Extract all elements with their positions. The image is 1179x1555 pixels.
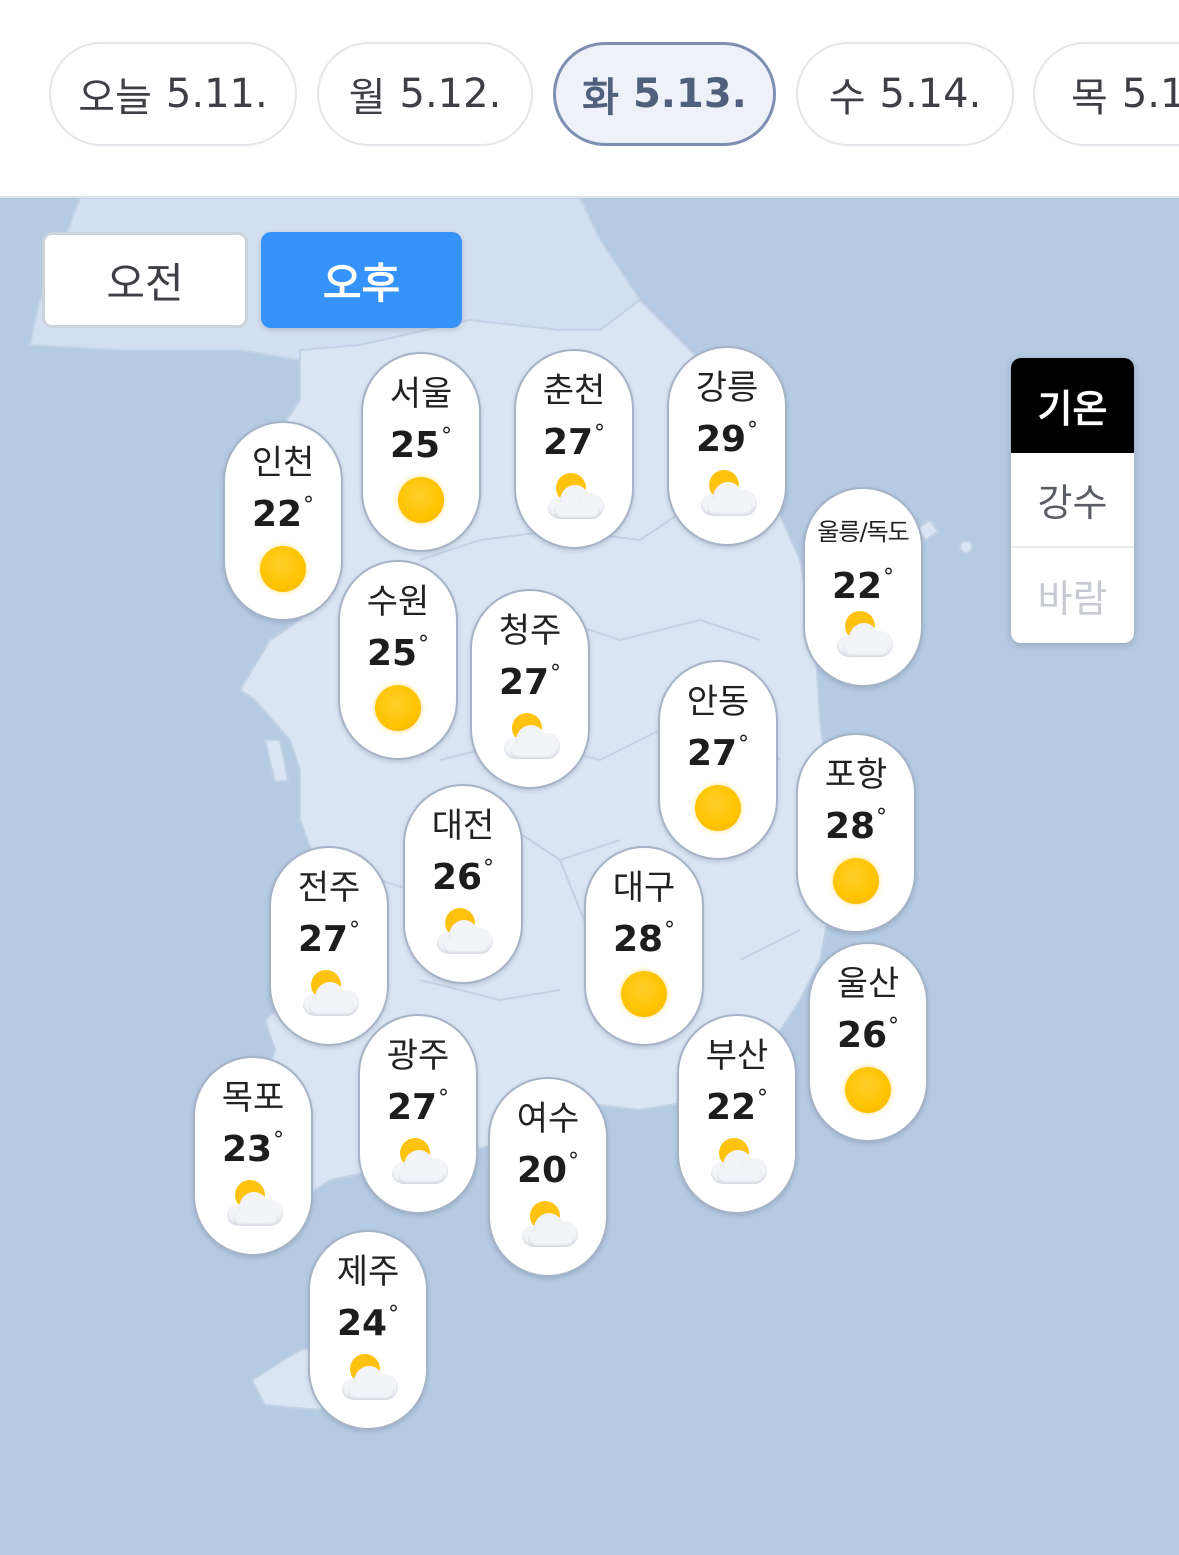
date-selector-bar: 오늘 5.11. 월 5.12. 화 5.13. 수 5.14. 목 5.15.: [0, 0, 1179, 198]
city-marker-yeosu[interactable]: 여수 20°: [488, 1077, 608, 1277]
city-name: 목포: [221, 1078, 285, 1118]
date-tab-date: 5.12.: [399, 71, 502, 117]
city-marker-mokpo[interactable]: 목포 23°: [193, 1056, 313, 1256]
city-marker-daegu[interactable]: 대구 28°: [584, 846, 704, 1046]
city-marker-incheon[interactable]: 인천 22°: [223, 421, 343, 621]
sunny-icon: [824, 855, 888, 907]
city-name: 인천: [251, 443, 315, 483]
city-temperature: 27°: [297, 918, 361, 960]
partly-cloudy-icon: [705, 1136, 769, 1188]
city-marker-busan[interactable]: 부산 22°: [677, 1014, 797, 1214]
date-tab-date: 5.11.: [165, 71, 268, 117]
city-name: 전주: [297, 868, 361, 908]
pm-toggle-button[interactable]: 오후: [261, 232, 462, 328]
date-tab-tue[interactable]: 화 5.13.: [553, 42, 776, 146]
city-temperature: 27°: [542, 421, 606, 463]
date-tab-today[interactable]: 오늘 5.11.: [49, 42, 297, 146]
date-tab-mon[interactable]: 월 5.12.: [317, 42, 533, 146]
city-name: 제주: [336, 1252, 400, 1292]
city-marker-cheongju[interactable]: 청주 27°: [470, 589, 590, 789]
city-name: 포항: [824, 755, 888, 795]
am-toggle-button[interactable]: 오전: [42, 232, 248, 328]
city-temperature: 27°: [686, 732, 750, 774]
partly-cloudy-icon: [542, 471, 606, 523]
city-marker-ulleung-dokdo[interactable]: 울릉/독도 22°: [803, 487, 923, 687]
city-marker-gangneung[interactable]: 강릉 29°: [667, 346, 787, 546]
city-name: 청주: [498, 611, 562, 651]
date-tab-date: 5.14.: [879, 71, 982, 117]
city-name: 수원: [366, 582, 430, 622]
city-name: 부산: [705, 1036, 769, 1076]
sunny-icon: [389, 474, 453, 526]
city-name: 대전: [431, 806, 495, 846]
layer-wind-button[interactable]: 바람: [1011, 548, 1134, 643]
date-tab-day: 오늘: [78, 75, 152, 121]
city-marker-pohang[interactable]: 포항 28°: [796, 733, 916, 933]
partly-cloudy-icon: [498, 711, 562, 763]
city-name: 울산: [836, 964, 900, 1004]
city-marker-suwon[interactable]: 수원 25°: [338, 560, 458, 760]
city-marker-chuncheon[interactable]: 춘천 27°: [514, 349, 634, 549]
city-temperature: 27°: [498, 661, 562, 703]
partly-cloudy-icon: [431, 906, 495, 958]
city-temperature: 25°: [366, 632, 430, 674]
sunny-icon: [836, 1064, 900, 1116]
city-marker-jeju[interactable]: 제주 24°: [308, 1230, 428, 1430]
city-name: 대구: [612, 868, 676, 908]
city-name: 강릉: [695, 368, 759, 408]
city-marker-seoul[interactable]: 서울 25°: [361, 352, 481, 552]
date-tab-day: 목: [1071, 75, 1108, 121]
city-temperature: 28°: [612, 918, 676, 960]
city-name: 춘천: [542, 371, 606, 411]
date-tab-day: 화: [582, 75, 619, 121]
partly-cloudy-icon: [695, 468, 759, 520]
sunny-icon: [612, 968, 676, 1020]
partly-cloudy-icon: [297, 968, 361, 1020]
city-name: 광주: [386, 1036, 450, 1076]
layer-temperature-button[interactable]: 기온: [1011, 358, 1134, 453]
date-tab-date: 5.13.: [632, 71, 747, 117]
date-tab-wed[interactable]: 수 5.14.: [796, 42, 1014, 146]
city-marker-andong[interactable]: 안동 27°: [658, 660, 778, 860]
city-name: 여수: [516, 1099, 580, 1139]
city-marker-gwangju[interactable]: 광주 27°: [358, 1014, 478, 1214]
date-tab-day: 월: [348, 75, 386, 121]
city-temperature: 28°: [824, 805, 888, 847]
city-marker-ulsan[interactable]: 울산 26°: [808, 942, 928, 1142]
date-tab-thu[interactable]: 목 5.15.: [1033, 42, 1179, 146]
city-temperature: 22°: [705, 1086, 769, 1128]
sunny-icon: [366, 682, 430, 734]
city-temperature: 29°: [695, 418, 759, 460]
city-temperature: 23°: [221, 1128, 285, 1170]
city-temperature: 22°: [831, 565, 895, 607]
partly-cloudy-icon: [831, 609, 895, 661]
city-temperature: 27°: [386, 1086, 450, 1128]
city-name: 안동: [686, 682, 750, 722]
city-temperature: 25°: [389, 424, 453, 466]
layer-precipitation-button[interactable]: 강수: [1011, 453, 1134, 548]
city-name: 울릉/독도: [817, 518, 909, 546]
map-layer-selector: 기온 강수 바람: [1011, 358, 1134, 643]
city-marker-daejeon[interactable]: 대전 26°: [403, 784, 523, 984]
city-temperature: 20°: [516, 1149, 580, 1191]
sunny-icon: [251, 543, 315, 595]
city-temperature: 24°: [336, 1302, 400, 1344]
city-temperature: 26°: [836, 1014, 900, 1056]
date-tab-date: 5.15.: [1121, 71, 1179, 117]
partly-cloudy-icon: [516, 1199, 580, 1251]
city-temperature: 26°: [431, 856, 495, 898]
city-marker-jeonju[interactable]: 전주 27°: [269, 846, 389, 1046]
partly-cloudy-icon: [336, 1352, 400, 1404]
partly-cloudy-icon: [386, 1136, 450, 1188]
city-name: 서울: [389, 374, 453, 414]
sunny-icon: [686, 782, 750, 834]
city-temperature: 22°: [251, 493, 315, 535]
partly-cloudy-icon: [221, 1178, 285, 1230]
date-tab-day: 수: [828, 75, 866, 121]
